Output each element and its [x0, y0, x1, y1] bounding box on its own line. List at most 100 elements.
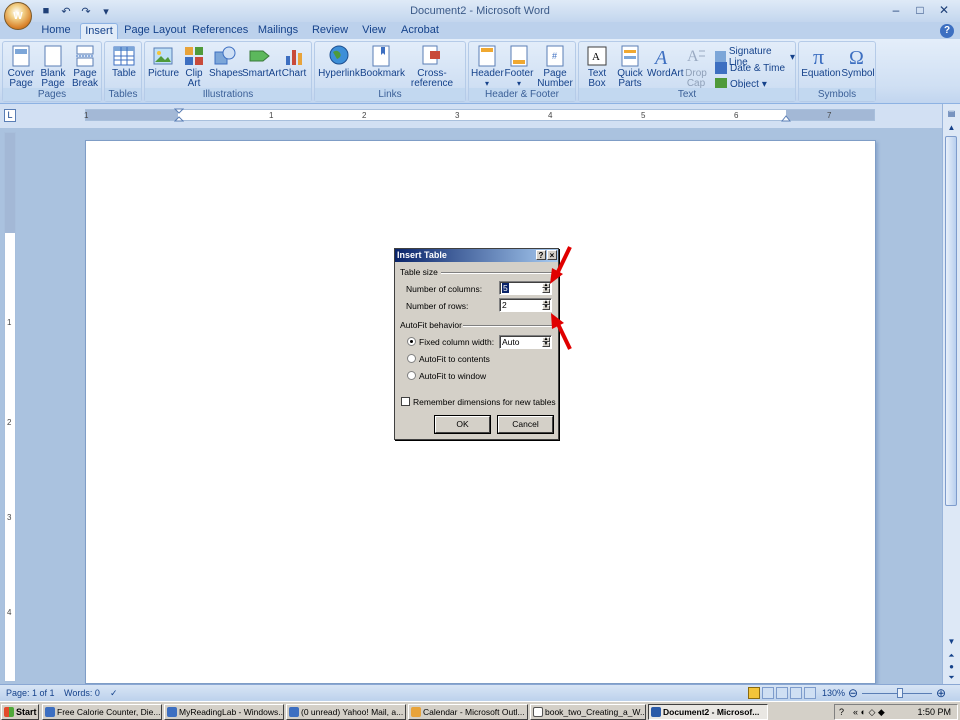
picture-button[interactable]: Picture	[148, 45, 179, 79]
indent-marker-icon[interactable]	[174, 108, 184, 122]
help-button[interactable]: ?	[536, 250, 546, 260]
chart-button[interactable]: Chart	[279, 45, 309, 79]
svg-text:A: A	[687, 48, 699, 65]
text-box-button[interactable]: A Text Box	[582, 45, 612, 89]
fixed-width-value[interactable]: Auto	[502, 337, 520, 347]
taskbar-item[interactable]: Calendar - Microsoft Outl...	[408, 704, 528, 720]
browser-icon	[167, 707, 177, 717]
pi-icon: π	[809, 45, 833, 67]
text-box-icon: A	[585, 45, 609, 67]
tab-review[interactable]: Review	[308, 23, 352, 39]
equation-button[interactable]: π Equation	[801, 45, 841, 79]
proofing-icon[interactable]: ✓	[110, 688, 118, 699]
fixed-width-label: Fixed column width:	[419, 337, 495, 347]
symbol-button[interactable]: Ω Symbol	[841, 45, 875, 79]
tab-references[interactable]: References	[192, 23, 248, 39]
minimize-icon[interactable]: –	[884, 2, 908, 18]
tab-selector-icon[interactable]: L	[4, 109, 16, 122]
start-button[interactable]: Start	[1, 704, 39, 720]
tab-home[interactable]: Home	[38, 23, 74, 39]
tab-mailings[interactable]: Mailings	[254, 23, 302, 39]
blank-page-button[interactable]: Blank Page	[38, 45, 68, 89]
previous-page-icon[interactable]: ⏶	[946, 650, 957, 661]
scroll-up-icon[interactable]: ▲	[946, 122, 957, 133]
rows-spinner[interactable]: 2 ▲ ▼	[499, 298, 552, 312]
zoom-in-icon[interactable]: ⊕	[936, 686, 946, 700]
taskbar-item[interactable]: book_two_Creating_a_W...	[530, 704, 646, 720]
drop-cap-button[interactable]: A Drop Cap	[681, 45, 711, 89]
ruler-tick: 4	[7, 608, 12, 617]
shapes-button[interactable]: Shapes	[209, 45, 243, 79]
chart-icon	[282, 45, 306, 67]
draft-icon[interactable]	[804, 687, 816, 699]
full-screen-reading-icon[interactable]	[762, 687, 774, 699]
cancel-button[interactable]: Cancel	[498, 416, 553, 433]
page-count[interactable]: Page: 1 of 1	[6, 688, 55, 698]
browser-icon	[45, 707, 55, 717]
hyperlink-button[interactable]: Hyperlink	[317, 45, 361, 79]
page-number-button[interactable]: # Page Number	[535, 45, 575, 89]
close-icon[interactable]: ✕	[932, 2, 956, 18]
tab-page-layout[interactable]: Page Layout	[124, 23, 186, 39]
bookmark-button[interactable]: Bookmark	[360, 45, 405, 79]
cover-page-button[interactable]: Cover Page	[6, 45, 36, 89]
spin-down-icon[interactable]: ▼	[542, 305, 550, 310]
clip-art-button[interactable]: Clip Art	[180, 45, 208, 89]
ok-button[interactable]: OK	[435, 416, 490, 433]
window-title: Document2 - Microsoft Word	[410, 5, 550, 17]
fixed-width-radio[interactable]	[407, 337, 416, 346]
help-icon[interactable]: ?	[940, 24, 954, 38]
scroll-thumb[interactable]	[945, 136, 957, 506]
maximize-icon[interactable]: □	[908, 2, 932, 18]
zoom-slider-thumb[interactable]	[897, 688, 903, 698]
page-break-button[interactable]: Page Break	[70, 45, 100, 89]
tab-view[interactable]: View	[358, 23, 390, 39]
web-layout-icon[interactable]	[776, 687, 788, 699]
smartart-button[interactable]: SmartArt	[242, 45, 281, 79]
quick-parts-button[interactable]: Quick Parts	[613, 45, 647, 89]
ribbon: Cover Page Blank Page Page Break Pages T…	[0, 39, 960, 104]
group-symbols: π Equation Ω Symbol Symbols	[798, 41, 876, 102]
columns-value[interactable]: 5	[502, 283, 509, 293]
help-icon[interactable]: ?	[839, 705, 844, 719]
ruler-tick: 3	[455, 111, 460, 120]
browse-object-icon[interactable]: ●	[946, 661, 957, 672]
office-button[interactable]: W	[4, 2, 32, 30]
right-indent-marker-icon[interactable]	[781, 114, 791, 122]
word-count[interactable]: Words: 0	[64, 688, 100, 698]
zoom-out-icon[interactable]: ⊖	[848, 686, 858, 700]
header-button[interactable]: Header ▾	[471, 45, 504, 89]
taskbar-item[interactable]: Free Calorie Counter, Die...	[42, 704, 162, 720]
print-layout-icon[interactable]	[748, 687, 760, 699]
fixed-width-spinner[interactable]: Auto ▲ ▼	[499, 335, 552, 349]
next-page-icon[interactable]: ⏷	[946, 672, 957, 683]
ruler-toggle-icon[interactable]: ▤	[946, 108, 957, 119]
taskbar-item[interactable]: MyReadingLab - Windows...	[164, 704, 284, 720]
taskbar-item-active[interactable]: Document2 - Microsof...	[648, 704, 768, 720]
tab-insert[interactable]: Insert	[80, 23, 118, 39]
vertical-ruler[interactable]: 1 2 3 4	[4, 132, 16, 682]
footer-button[interactable]: Footer ▾	[503, 45, 535, 89]
ruler-tick: 1	[84, 111, 89, 120]
horizontal-ruler[interactable]: 1 1 2 3 4 5 6 7	[84, 108, 875, 122]
columns-spinner[interactable]: 5 ▲ ▼	[499, 281, 552, 295]
scroll-down-icon[interactable]: ▼	[946, 636, 957, 647]
tray-icons[interactable]: « ◐ ◇ ◆	[853, 705, 885, 719]
vertical-scrollbar[interactable]: ▤ ▲ ▼ ⏶ ● ⏷	[942, 104, 960, 684]
zoom-level[interactable]: 130%	[822, 688, 845, 698]
wordart-button[interactable]: A WordArt	[647, 45, 684, 79]
insert-table-dialog: Insert Table ? × Table size Number of co…	[394, 248, 559, 440]
taskbar-item[interactable]: (0 unread) Yahoo! Mail, a...	[286, 704, 406, 720]
rows-value[interactable]: 2	[502, 300, 507, 310]
autofit-contents-label: AutoFit to contents	[419, 354, 490, 364]
table-button[interactable]: Table	[108, 45, 140, 79]
autofit-contents-radio[interactable]	[407, 354, 416, 363]
outline-icon[interactable]	[790, 687, 802, 699]
tab-acrobat[interactable]: Acrobat	[396, 23, 444, 39]
remember-checkbox[interactable]	[401, 397, 410, 406]
date-time-button[interactable]: Date & Time	[715, 62, 785, 74]
system-tray: ? « ◐ ◇ ◆ 1:50 PM	[834, 704, 958, 720]
cross-reference-button[interactable]: Cross-reference	[401, 45, 463, 89]
spin-down-icon[interactable]: ▼	[542, 288, 550, 293]
autofit-window-radio[interactable]	[407, 371, 416, 380]
